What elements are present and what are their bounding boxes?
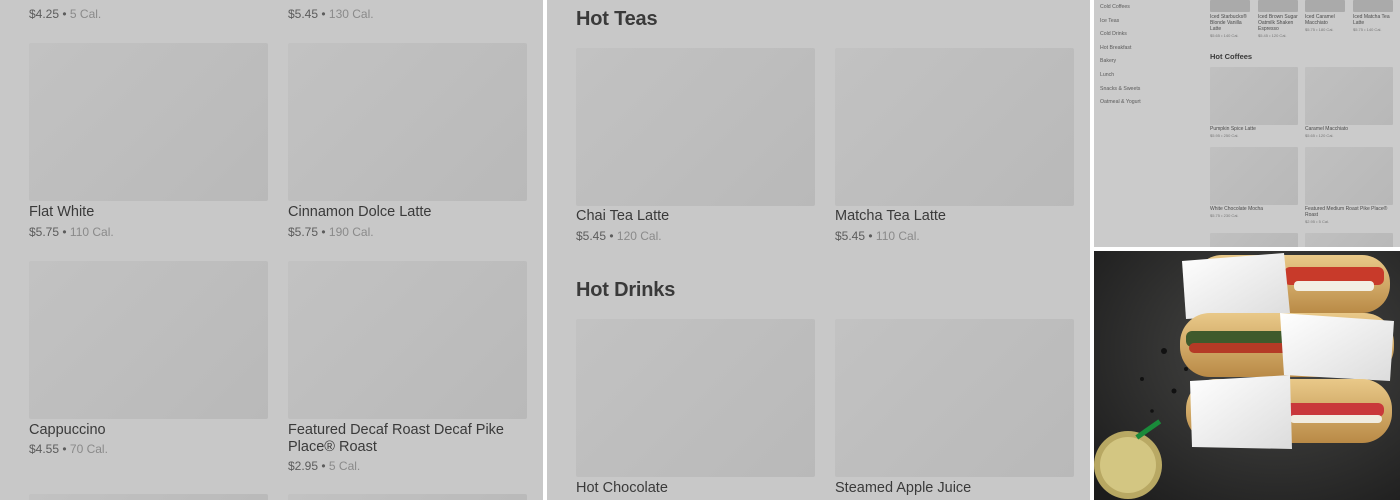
product-price: $5.45 • 120 Cal. [576,229,662,243]
mini-product-name[interactable]: Iced Caramel Macchiato [1305,14,1349,26]
product-name[interactable]: Cinnamon Dolce Latte [288,204,431,221]
product-image-placeholder[interactable] [576,48,815,206]
mini-product-image[interactable] [1210,147,1298,205]
product-image-placeholder[interactable] [288,261,527,419]
nav-item[interactable]: Ice Teas [1100,18,1119,24]
product-price: $5.75 • 110 Cal. [29,225,114,239]
mini-product-image[interactable] [1210,0,1250,12]
mini-product-image[interactable] [1305,67,1393,125]
mini-product-price: $5.45 • 120 Cal. [1258,33,1287,38]
nav-item[interactable]: Bakery [1100,58,1116,64]
nav-item[interactable]: Cold Drinks [1100,31,1127,37]
mini-product-name[interactable]: Caramel Macchiato [1305,126,1348,132]
product-image-placeholder[interactable] [288,494,527,500]
mini-product-price: $5.95 • 250 Cal. [1210,133,1239,138]
product-name[interactable]: Chai Tea Latte [576,208,669,225]
mini-product-name[interactable]: Iced Matcha Tea Latte [1353,14,1397,26]
product-image-placeholder[interactable] [29,261,268,419]
product-name[interactable]: Hot Chocolate [576,480,668,497]
mini-product-price: $5.65 • 140 Cal. [1210,33,1239,38]
mini-product-price: $5.65 • 120 Cal. [1305,133,1334,138]
item-price: $4.25 • 5 Cal. [29,7,102,21]
mini-product-image[interactable] [1353,0,1393,12]
mini-product-image[interactable] [1305,0,1345,12]
mobile-menu-panel-middle: Hot Teas Chai Tea Latte $5.45 • 120 Cal.… [547,0,1090,500]
sandwich-photo [1094,251,1400,500]
nav-item[interactable]: Snacks & Sweets [1100,86,1140,92]
mini-product-price: $2.95 • 5 Cal. [1305,219,1330,224]
mini-product-name[interactable]: Iced Brown Sugar Oatmilk Shaken Espresso [1258,14,1302,32]
mini-product-name[interactable]: White Chocolate Mocha [1210,206,1263,212]
product-price: $5.45 • 110 Cal. [835,229,920,243]
mini-section-title: Hot Coffees [1210,52,1253,61]
nav-item[interactable]: Hot Breakfast [1100,45,1131,51]
nav-item[interactable]: Cold Coffees [1100,4,1130,10]
mini-product-image[interactable] [1258,0,1298,12]
product-image-placeholder[interactable] [29,43,268,201]
sandwich-illustration [1094,251,1400,500]
mini-product-price: $5.75 • 180 Cal. [1305,27,1334,32]
mini-product-name[interactable]: Iced Starbucks® Blonde Vanilla Latte [1210,14,1254,32]
product-image-placeholder[interactable] [576,319,815,477]
mini-product-name[interactable]: Featured Medium Roast Pike Place® Roast [1305,206,1397,218]
product-name[interactable]: Matcha Tea Latte [835,208,946,225]
product-image-placeholder[interactable] [29,494,268,500]
product-name[interactable]: Featured Decaf Roast Decaf Pike Place® R… [288,422,523,456]
product-name[interactable]: Cappuccino [29,422,106,439]
product-image-placeholder[interactable] [835,319,1074,477]
mini-product-image[interactable] [1210,233,1298,247]
mini-product-image[interactable] [1305,147,1393,205]
nav-item[interactable]: Oatmeal & Yogurt [1100,99,1141,105]
nav-item[interactable]: Lunch [1100,72,1114,78]
product-price: $4.55 • 70 Cal. [29,442,108,456]
mini-product-name[interactable]: Pumpkin Spice Latte [1210,126,1256,132]
product-name[interactable]: Steamed Apple Juice [835,480,971,497]
mini-product-image[interactable] [1305,233,1393,247]
item-price: $5.45 • 130 Cal. [288,7,374,21]
section-title: Hot Teas [576,8,658,30]
mini-product-price: $5.75 • 230 Cal. [1210,213,1239,218]
product-price: $5.75 • 190 Cal. [288,225,374,239]
section-title: Hot Drinks [576,279,676,301]
product-image-placeholder[interactable] [835,48,1074,206]
desktop-menu-panel: Cold Coffees Ice Teas Cold Drinks Hot Br… [1094,0,1400,247]
mini-product-price: $5.75 • 140 Cal. [1353,27,1382,32]
mobile-menu-panel-left: $4.25 • 5 Cal. $5.45 • 130 Cal. Flat Whi… [0,0,543,500]
mini-product-image[interactable] [1210,67,1298,125]
product-image-placeholder[interactable] [288,43,527,201]
product-name[interactable]: Flat White [29,204,94,221]
product-price: $2.95 • 5 Cal. [288,459,361,473]
